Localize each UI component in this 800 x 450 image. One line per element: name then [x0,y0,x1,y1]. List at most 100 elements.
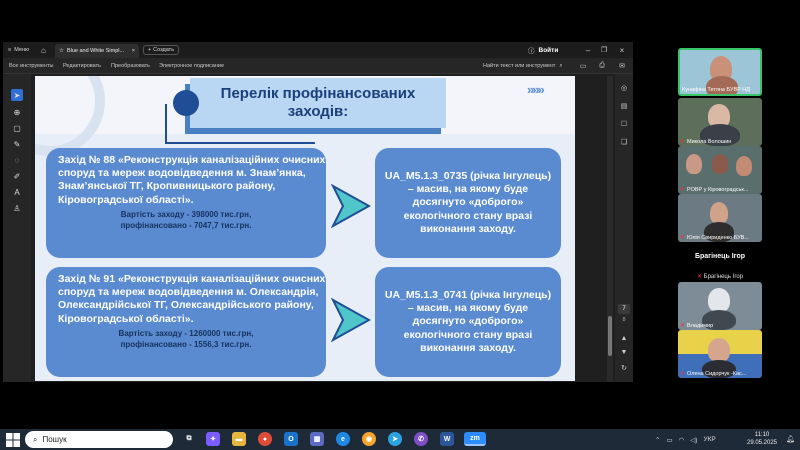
new-tab-button[interactable]: + Создать [143,45,179,55]
word-icon[interactable]: W [440,432,454,446]
help-icon[interactable]: ⓘ [528,45,535,55]
copilot-icon[interactable]: ✦ [206,432,220,446]
water-body-0741-text: UA_M5.1.3_0741 (річка Інгулець) – масив,… [384,288,552,354]
telegram-icon[interactable]: ➤ [388,432,402,446]
participant-video [708,338,730,362]
mic-off-icon: ✕ [680,235,686,241]
stamp-icon[interactable]: ♙ [11,202,23,214]
all-tools-menu[interactable]: Все инструменты [9,58,53,74]
star-icon: ☆ [59,48,64,54]
search-label: Пошук [42,435,67,444]
chrome-alt-icon[interactable]: ◉ [362,432,376,446]
clock[interactable]: 11:10 29.05.2025 [742,431,782,447]
ai-assistant-icon[interactable]: ◎ [618,82,630,94]
participant-tile[interactable]: ✕ Микола Волошин [678,98,762,146]
chrome-icon[interactable]: ● [258,432,272,446]
current-page-indicator[interactable]: 7 [618,304,630,314]
comments-panel-icon[interactable]: ▤ [618,100,630,112]
measure-88-description: Захід № 88 «Реконструкція каналізаційних… [58,154,326,206]
document-tab-title: Blue and White Simpl... [66,48,125,54]
measure-91-description: Захід № 91 «Реконструкція каналізаційних… [58,273,326,325]
participant-video [710,202,728,224]
find-text-box[interactable]: Найти текст или инструмент ⌕ [483,58,562,74]
participant-tile[interactable]: ✕ Юлія Свириденко БУВ... [678,194,762,242]
maximize-icon[interactable]: ❐ [597,42,611,58]
find-label: Найти текст или инструмент [483,63,556,69]
slide-page: »»» Перелік профінансованих заходів: Зах… [35,76,575,381]
participant-video [686,154,702,174]
pages-panel-icon[interactable]: ❏ [618,136,630,148]
participant-name: ✕ Олена Сидорчук -Кас... [680,370,747,378]
lasso-icon[interactable]: ◌ [11,154,23,166]
title-box: Перелік профінансованих заходів: [190,78,446,128]
document-tab[interactable]: ☆ Blue and White Simpl... × [55,44,139,58]
edge-icon[interactable]: e [336,432,350,446]
signin-button[interactable]: ⓘ Войти [528,42,558,58]
water-body-card-0735: UA_M5.1.3_0735 (річка Інгулець) – масив,… [375,148,561,258]
convert-menu[interactable]: Преобразовать [111,58,150,74]
participant-name: ✕ Владимир [680,322,714,330]
participant-name: ✕ РОВР у Кіровоградськ... [680,186,749,194]
store-icon[interactable]: ▦ [310,432,324,446]
participant-video [712,154,728,174]
page-down-icon[interactable]: ▼ [618,346,630,358]
mic-off-icon: ✕ [680,371,686,377]
participant-tile[interactable]: ✕ РОВР у Кіровоградськ... [678,146,762,194]
text-box-icon[interactable]: A [11,186,23,198]
scroll-thumb[interactable] [608,316,612,356]
print-icon[interactable]: ⎙ [597,61,607,71]
mic-off-icon: ✕ [680,139,686,145]
vertical-scrollbar[interactable] [607,76,613,382]
participant-tile[interactable]: Кунафіна Тетяна БУВР НД [678,48,762,96]
edit-menu[interactable]: Редактировать [63,58,101,74]
chevron-up-icon[interactable]: ⌃ [655,436,660,444]
bookmark-icon[interactable]: ☐ [618,118,630,130]
esign-menu[interactable]: Электронное подписание [159,58,224,74]
mic-off-icon: ✕ [680,323,686,329]
total-pages: 8 [622,317,626,323]
hamburger-icon: ≡ [8,47,12,53]
search-icon: ⌕ [33,434,38,444]
pen-icon[interactable]: ✎ [11,138,23,150]
mail-icon[interactable]: ✉ [617,61,627,71]
battery-icon[interactable]: ▭ [666,436,672,444]
minimize-icon[interactable]: – [581,42,595,58]
rotate-icon[interactable]: ↻ [618,362,630,374]
close-tab-icon[interactable]: × [132,48,135,54]
home-icon[interactable]: ⌂ [41,42,46,58]
select-cursor-icon[interactable]: ➤ [11,89,23,101]
title-connector-line [165,104,167,144]
participant-name-label: ✕ Брагінець Ігор [696,274,744,280]
taskbar-search[interactable]: ⌕ Пошук [25,431,173,448]
wifi-icon[interactable]: ◠ [679,436,685,444]
participants-panel: Кунафіна Тетяна БУВР НД ✕ Микола Волошин … [676,44,764,380]
participant-tile[interactable]: ✕ Владимир [678,282,762,330]
mic-off-icon: ✕ [680,187,686,193]
page-up-icon[interactable]: ▲ [618,332,630,344]
highlight-icon[interactable]: ✐ [11,170,23,182]
participant-tile[interactable]: ✕ Олена Сидорчук -Кас... [678,330,762,378]
zoom-icon[interactable]: ⊕ [11,106,23,118]
system-tray: ⌃ ▭ ◠ ◁) УКР [655,429,716,450]
file-explorer-icon[interactable]: ▬ [232,432,246,446]
comment-icon[interactable]: ▢ [11,122,23,134]
plus-icon: + [147,47,152,53]
language-indicator[interactable]: УКР [703,436,715,443]
close-window-icon[interactable]: × [615,42,629,58]
volume-icon[interactable]: ◁) [690,436,697,444]
participant-video [706,76,738,94]
participant-name: ✕ Микола Волошин [680,138,732,146]
measure-91-financed: профінансовано - 1556,3 тис.грн. [120,339,252,349]
zoom-app-icon[interactable]: zm [464,432,486,446]
menu-button[interactable]: ≡ Меню [8,42,29,58]
participant-video [736,156,752,176]
viber-icon[interactable]: ✆ [414,432,428,446]
outlook-icon[interactable]: O [284,432,298,446]
menu-label: Меню [14,47,30,53]
notification-bell-icon[interactable]: 🔔︎ [786,435,796,445]
title-dot [173,90,199,116]
task-view-icon[interactable]: ⧉ [182,432,196,446]
windows-start-icon[interactable] [6,433,20,447]
save-icon[interactable]: ▭ [578,61,588,71]
title-bar: ≡ Меню ⌂ ☆ Blue and White Simpl... × + С… [3,42,633,58]
